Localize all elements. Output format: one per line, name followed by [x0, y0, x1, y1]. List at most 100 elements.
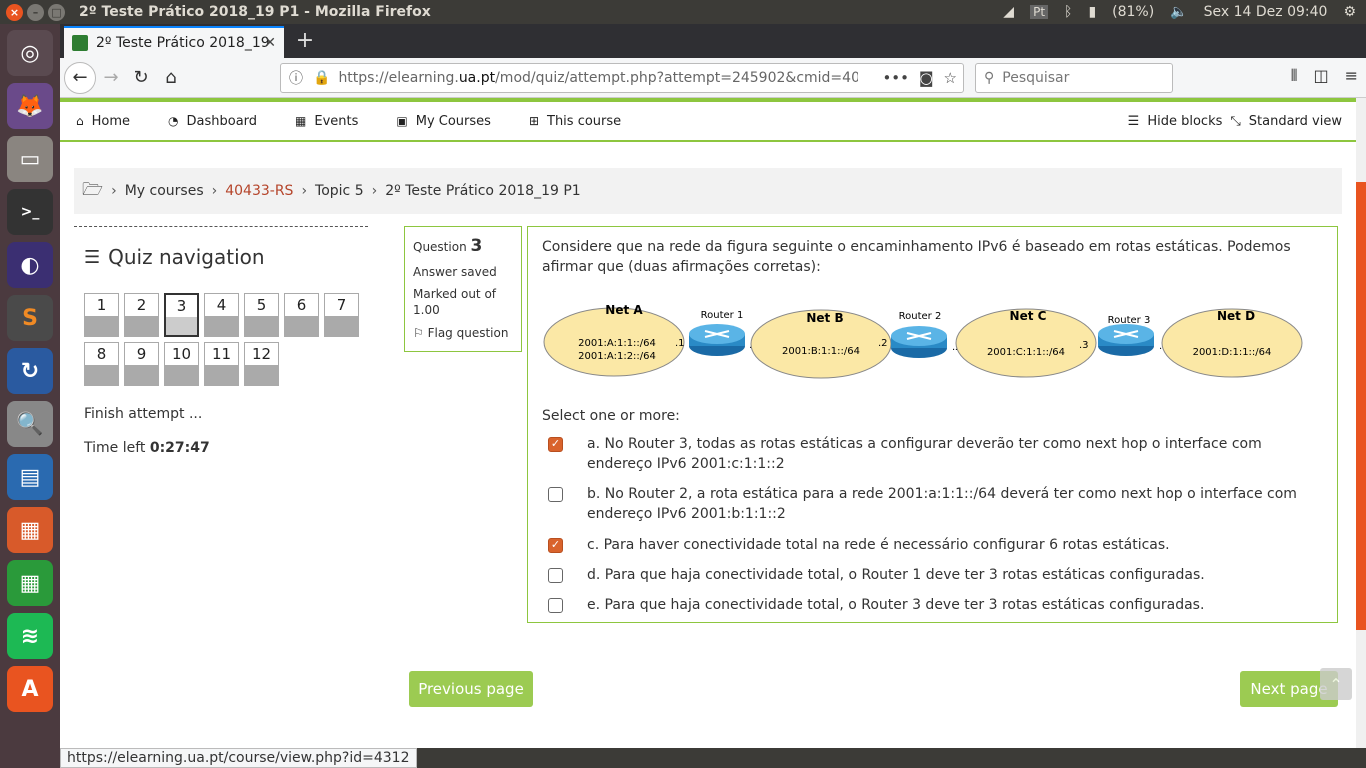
hide-blocks-icon[interactable]: ☰ — [1128, 114, 1140, 129]
breadcrumb-topic[interactable]: Topic 5 — [315, 183, 364, 199]
settings-gear-icon[interactable]: ⚙ — [1343, 4, 1356, 20]
bookmark-star-icon[interactable]: ☆ — [944, 69, 957, 87]
battery-icon[interactable]: ▮ — [1088, 4, 1096, 20]
question-grid: 1 2 3 4 5 6 7 8 9 10 11 12 — [84, 293, 368, 386]
question-nav-button-6[interactable]: 6 — [284, 293, 319, 337]
launcher: ◎ 🦊 ▭ >_ ◐ S ↻ 🔍 ▤ ▦ ▦ ≋ A — [0, 24, 60, 768]
standard-view-link[interactable]: Standard view — [1249, 114, 1342, 129]
reload-button[interactable]: ↻ — [126, 63, 156, 93]
answer-checkbox[interactable]: ✓ — [548, 436, 563, 452]
software-updater-icon[interactable]: ↻ — [7, 348, 53, 394]
nav-dashboard[interactable]: ◔ Dashboard — [168, 114, 257, 129]
spotify-icon[interactable]: ≋ — [7, 613, 53, 659]
quiz-navigation-title[interactable]: ☰ Quiz navigation — [84, 245, 368, 269]
breadcrumb-course[interactable]: 40433-RS — [225, 183, 293, 199]
nav-home[interactable]: ⌂ Home — [76, 114, 130, 129]
back-to-top-button[interactable]: ⌃ — [1320, 668, 1352, 700]
library-icon[interactable]: ⫴ — [1291, 66, 1298, 86]
sidebar-icon[interactable]: ◫ — [1313, 66, 1328, 86]
clock[interactable]: Sex 14 Dez 09:40 — [1204, 4, 1328, 20]
page-actions-icon[interactable]: ••• — [882, 69, 909, 87]
menu-icon[interactable]: ≡ — [1345, 66, 1358, 86]
svg-text:Net C: Net C — [1010, 309, 1047, 323]
answer-option[interactable]: ✓ a. No Router 3, todas as rotas estática… — [542, 434, 1323, 475]
question-nav-button-1[interactable]: 1 — [84, 293, 119, 337]
question-nav-button-12[interactable]: 12 — [244, 342, 279, 386]
calc-icon[interactable]: ▦ — [7, 560, 53, 606]
answer-option[interactable]: ✓ c. Para haver conectividade total na re… — [542, 535, 1323, 555]
question-nav-button-4[interactable]: 4 — [204, 293, 239, 337]
finish-attempt-link[interactable]: Finish attempt ... — [84, 406, 368, 422]
answer-option[interactable]: e. Para que haja conectividade total, o … — [542, 595, 1323, 615]
question-label: Question — [413, 240, 467, 254]
question-nav-button-8[interactable]: 8 — [84, 342, 119, 386]
hide-blocks-link[interactable]: Hide blocks — [1147, 114, 1222, 129]
terminal-icon[interactable]: >_ — [7, 189, 53, 235]
if-label-a: .1 — [675, 338, 685, 349]
pocket-icon[interactable]: ◙ — [919, 69, 934, 87]
svg-text:2001:D:1:1::/64: 2001:D:1:1::/64 — [1193, 347, 1272, 358]
question-nav-button-10[interactable]: 10 — [164, 342, 199, 386]
document-viewer-icon[interactable]: ▤ — [7, 454, 53, 500]
flag-icon: ⚐ — [413, 325, 424, 340]
breadcrumb-current[interactable]: 2º Teste Prático 2018_19 P1 — [385, 183, 580, 199]
url-text[interactable]: https://elearning.ua.pt/mod/quiz/attempt… — [338, 70, 858, 86]
question-nav-button-11[interactable]: 11 — [204, 342, 239, 386]
tab-bar: 2º Teste Prático 2018_19 ✕ + — [60, 24, 1366, 58]
nav-my-courses[interactable]: ▣ My Courses — [396, 114, 491, 129]
new-tab-button[interactable]: + — [292, 28, 318, 53]
home-button[interactable]: ⌂ — [156, 63, 186, 93]
answer-label: e. Para que haja conectividade total, o … — [587, 597, 1205, 614]
question-nav-button-3[interactable]: 3 — [164, 293, 199, 337]
answer-option[interactable]: b. No Router 2, a rota estática para a r… — [542, 484, 1323, 525]
net-a-cloud: Net A 2001:A:1:1::/64 2001:A:1:2::/64 — [543, 303, 685, 377]
answer-checkbox[interactable]: ✓ — [548, 537, 563, 553]
window-maximize-button[interactable]: □ — [48, 3, 65, 21]
keyboard-language-indicator[interactable]: Pt — [1030, 5, 1049, 19]
forward-button[interactable]: → — [96, 63, 126, 93]
page-content: ⌂ Home ◔ Dashboard ▦ Events ▣ My Courses ⊞ Th… — [60, 98, 1356, 748]
search-input[interactable]: ⚲ Pesquisar — [975, 63, 1173, 93]
bluetooth-icon[interactable]: ᛒ — [1064, 4, 1072, 20]
url-bar[interactable]: ⓘ 🔒 https://elearning.ua.pt/mod/quiz/att… — [280, 63, 964, 93]
previous-page-button[interactable]: Previous page — [409, 671, 533, 707]
breadcrumb-my-courses[interactable]: My courses — [125, 183, 204, 199]
network-icon[interactable]: ◢ — [1003, 4, 1014, 20]
files-icon[interactable]: ▭ — [7, 136, 53, 182]
lock-icon[interactable]: 🔒 — [313, 70, 330, 86]
battery-percent[interactable]: (81%) — [1112, 4, 1154, 20]
sublime-text-icon[interactable]: S — [7, 295, 53, 341]
folder-open-icon: 🗁 — [82, 179, 104, 200]
back-button[interactable]: ← — [64, 61, 96, 94]
question-nav-button-5[interactable]: 5 — [244, 293, 279, 337]
tab-close-icon[interactable]: ✕ — [264, 35, 276, 51]
svg-text:2001:A:1:1::/64: 2001:A:1:1::/64 — [578, 338, 656, 349]
compress-icon[interactable]: ⤡ — [1230, 114, 1240, 129]
page-scrollbar[interactable] — [1356, 98, 1366, 748]
nav-events[interactable]: ▦ Events — [295, 114, 358, 129]
firefox-icon[interactable]: 🦊 — [7, 83, 53, 129]
question-nav-button-9[interactable]: 9 — [124, 342, 159, 386]
info-icon[interactable]: ⓘ — [289, 68, 303, 88]
search-tool-icon[interactable]: 🔍 — [7, 401, 53, 447]
eclipse-icon[interactable]: ◐ — [7, 242, 53, 288]
nav-this-course[interactable]: ⊞ This course — [529, 114, 621, 129]
scrollbar-thumb[interactable] — [1356, 182, 1366, 630]
window-minimize-button[interactable]: – — [27, 3, 44, 21]
browser-tab[interactable]: 2º Teste Prático 2018_19 ✕ — [64, 26, 284, 58]
svg-text:2001:C:1:1::/64: 2001:C:1:1::/64 — [987, 347, 1065, 358]
question-nav-button-2[interactable]: 2 — [124, 293, 159, 337]
ubuntu-dash-icon[interactable]: ◎ — [7, 30, 53, 76]
volume-icon[interactable]: 🔈 — [1170, 4, 1187, 20]
answer-checkbox[interactable] — [548, 568, 563, 584]
tab-title: 2º Teste Prático 2018_19 — [96, 35, 270, 51]
answer-option[interactable]: d. Para que haja conectividade total, o … — [542, 565, 1323, 585]
question-nav-button-7[interactable]: 7 — [324, 293, 359, 337]
software-center-icon[interactable]: A — [7, 666, 53, 712]
answer-checkbox[interactable] — [548, 598, 563, 614]
breadcrumb: 🗁 › My courses › 40433-RS › Topic 5 › 2º… — [74, 168, 1342, 214]
window-close-button[interactable]: × — [6, 3, 23, 21]
impress-icon[interactable]: ▦ — [7, 507, 53, 553]
flag-question[interactable]: ⚐ Flag question — [413, 325, 513, 341]
answer-checkbox[interactable] — [548, 487, 563, 503]
